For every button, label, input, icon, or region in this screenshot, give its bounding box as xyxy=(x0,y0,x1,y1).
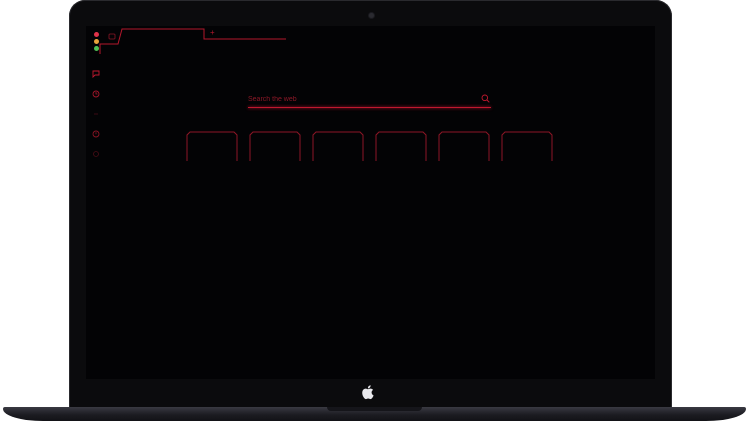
minimize-button[interactable] xyxy=(94,39,99,44)
tab-strip xyxy=(99,28,286,54)
speed-dial-tile[interactable] xyxy=(501,131,553,161)
sidebar xyxy=(86,56,106,376)
search-icon[interactable] xyxy=(481,94,490,103)
speed-dial-tile[interactable] xyxy=(186,131,238,161)
close-button[interactable] xyxy=(94,32,99,37)
search-input[interactable] xyxy=(248,92,480,106)
separator-dash-icon xyxy=(94,113,98,115)
messenger-icon[interactable] xyxy=(92,70,100,78)
webcam xyxy=(369,13,374,18)
speed-dial-icon[interactable] xyxy=(108,33,116,40)
laptop-base-notch xyxy=(327,407,422,411)
new-tab-button[interactable]: + xyxy=(210,28,215,38)
apple-logo-icon xyxy=(362,385,374,400)
laptop-device: + xyxy=(0,0,749,429)
history-icon[interactable] xyxy=(92,90,100,98)
browser-window: + xyxy=(86,26,655,379)
speed-dial xyxy=(186,131,556,163)
maximize-button[interactable] xyxy=(94,46,99,51)
window-controls xyxy=(94,32,100,52)
search-underline xyxy=(248,107,491,108)
speed-dial-tile[interactable] xyxy=(375,131,427,161)
dot-icon[interactable] xyxy=(92,150,100,158)
speed-dial-tile[interactable] xyxy=(438,131,490,161)
speed-dial-tile[interactable] xyxy=(249,131,301,161)
search-bar xyxy=(248,92,493,108)
clock-icon[interactable] xyxy=(92,130,100,138)
speed-dial-tile[interactable] xyxy=(312,131,364,161)
